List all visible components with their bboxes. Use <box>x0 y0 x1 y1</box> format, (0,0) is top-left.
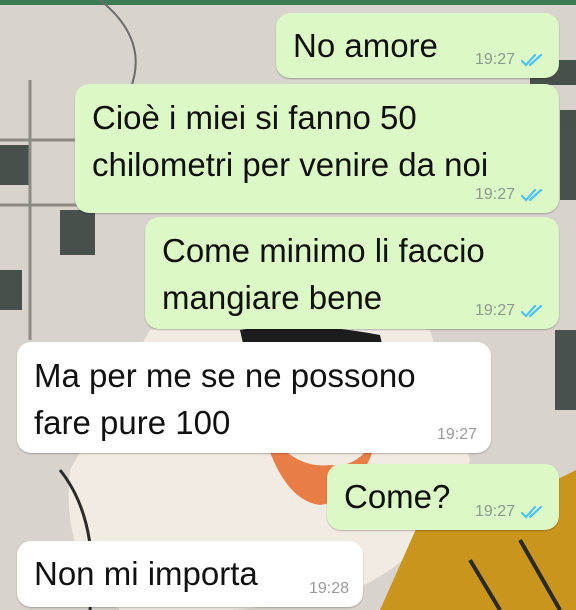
message-meta: 19:27 <box>475 302 545 320</box>
message-text: Cioè i miei si fanno 50 chilometri per v… <box>92 99 489 183</box>
message-bubble-incoming[interactable]: Non mi importa 19:28 <box>17 541 363 607</box>
double-check-read-icon <box>521 188 543 202</box>
message-time: 19:27 <box>436 426 477 443</box>
message-text: Ma per me se ne possono fare pure 100 <box>34 357 416 441</box>
message-time: 19:27 <box>474 186 515 203</box>
double-check-read-icon <box>521 505 543 519</box>
message-time: 19:27 <box>474 503 515 520</box>
message-meta: 19:27 <box>475 186 545 204</box>
message-bubble-outgoing[interactable]: Come minimo li faccio mangiare bene 19:2… <box>145 217 559 329</box>
message-meta: 19:27 <box>437 426 477 444</box>
message-meta: 19:27 <box>475 51 545 69</box>
message-time: 19:27 <box>474 302 515 319</box>
message-bubble-incoming[interactable]: Ma per me se ne possono fare pure 100 19… <box>17 342 491 453</box>
message-text: Come minimo li faccio mangiare bene <box>162 232 485 316</box>
message-meta: 19:28 <box>309 580 349 598</box>
message-text: No amore <box>293 27 438 64</box>
message-bubble-outgoing[interactable]: No amore 19:27 <box>276 13 559 78</box>
message-bubble-outgoing[interactable]: Cioè i miei si fanno 50 chilometri per v… <box>75 84 559 213</box>
message-text: Non mi importa <box>34 555 258 592</box>
message-time: 19:27 <box>474 51 515 68</box>
double-check-read-icon <box>521 304 543 318</box>
message-bubble-outgoing[interactable]: Come? 19:27 <box>327 464 559 530</box>
message-text: Come? <box>344 478 451 515</box>
double-check-read-icon <box>521 53 543 67</box>
message-meta: 19:27 <box>475 503 545 521</box>
message-time: 19:28 <box>308 580 349 597</box>
